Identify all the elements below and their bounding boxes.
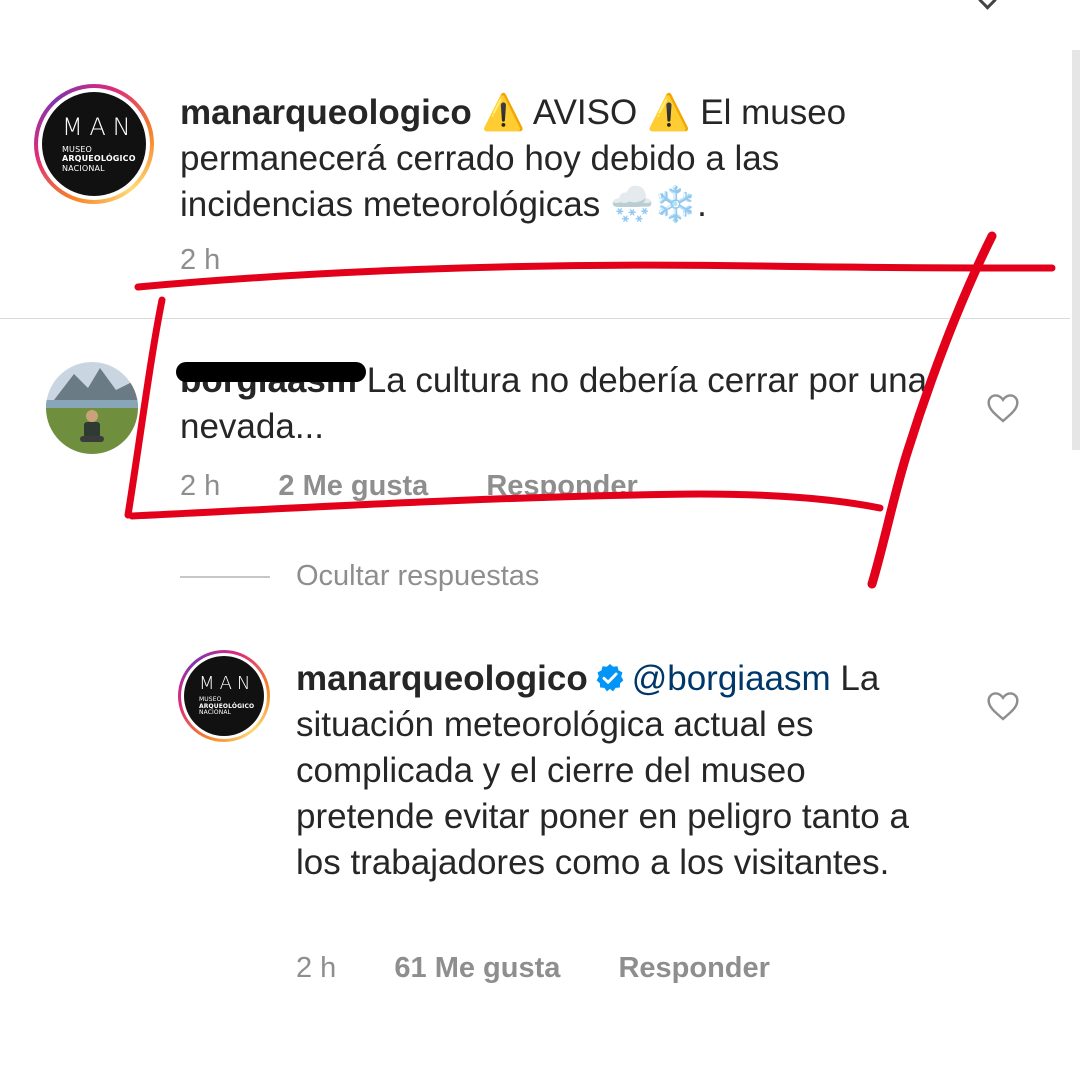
logo-line: Nacional xyxy=(199,709,232,717)
hide-replies-button[interactable]: Ocultar respuestas xyxy=(180,560,539,593)
reply-meta: 2 h 61 Me gusta Responder xyxy=(296,952,820,985)
man-logo-icon: MAN Museo Arqueológico Nacional xyxy=(184,656,264,736)
post-username[interactable]: manarqueologico xyxy=(180,93,472,132)
user-photo-avatar-icon xyxy=(46,362,138,454)
scrollbar[interactable] xyxy=(1072,50,1080,450)
hide-replies-line xyxy=(180,575,270,578)
divider xyxy=(0,318,1070,319)
post-time: 2 h xyxy=(180,244,221,276)
hide-replies-label: Ocultar respuestas xyxy=(296,560,540,592)
warning-emoji-icon: ⚠️ xyxy=(481,93,526,132)
comment-likes[interactable]: 2 Me gusta xyxy=(278,470,428,502)
verified-badge-icon xyxy=(596,664,624,692)
reply-avatar[interactable]: MAN Museo Arqueológico Nacional xyxy=(178,650,270,742)
redaction-scribble xyxy=(176,362,366,382)
logo-line: Nacional xyxy=(62,163,105,173)
logo-title: MAN xyxy=(199,672,256,694)
logo-title: MAN xyxy=(62,113,138,142)
chevron-down-icon[interactable] xyxy=(978,0,997,10)
post-meta: 2 h xyxy=(180,244,270,277)
heart-icon[interactable] xyxy=(986,691,1020,721)
reply-text: manarqueologico @borgiaasm La situación … xyxy=(296,656,946,886)
comment-time: 2 h xyxy=(180,470,221,502)
post-caption: manarqueologico ⚠️ AVISO ⚠️ El museo per… xyxy=(180,90,900,228)
heart-icon[interactable] xyxy=(986,393,1020,423)
reply-mention[interactable]: @borgiaasm xyxy=(632,659,831,698)
comment-reply-button[interactable]: Responder xyxy=(486,470,637,502)
reply-username[interactable]: manarqueologico xyxy=(296,659,588,698)
comment-meta: 2 h 2 Me gusta Responder xyxy=(180,470,688,503)
comment-avatar[interactable] xyxy=(44,360,140,456)
post-avatar[interactable]: MAN Museo Arqueológico Nacional xyxy=(34,84,154,204)
reply-time: 2 h xyxy=(296,952,337,984)
reply-likes[interactable]: 61 Me gusta xyxy=(394,952,560,984)
logo-line: Arqueológico xyxy=(62,154,136,164)
reply-reply-button[interactable]: Responder xyxy=(618,952,769,984)
man-logo-icon: MAN Museo Arqueológico Nacional xyxy=(42,92,146,196)
